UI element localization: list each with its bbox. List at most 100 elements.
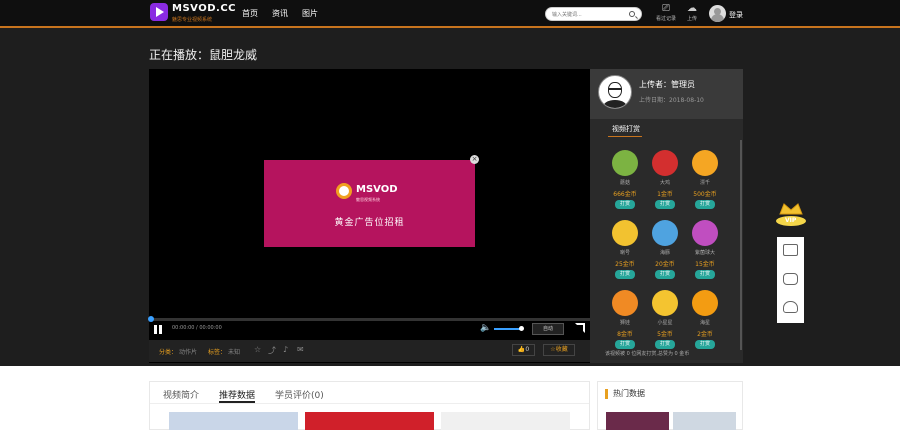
tip-section-title: 视频打赏 [612, 125, 640, 133]
star-icon[interactable]: ☆ [254, 345, 261, 354]
yellow-seahorse-icon [612, 220, 638, 246]
gift-name: 漂千 [699, 180, 710, 186]
vip-crown-icon [776, 203, 806, 226]
gift-item: 紫菌球大 15金币打赏 [688, 220, 722, 279]
autoplay-button[interactable]: 自动 [532, 323, 564, 335]
tip-title-underline [608, 136, 642, 137]
user-avatar-icon[interactable] [709, 5, 726, 22]
gift-item: 喇号 25金币打赏 [608, 220, 642, 279]
nav-home[interactable]: 首页 [242, 8, 258, 19]
ad-text: 黄金广告位招租 [334, 218, 405, 228]
recommended-thumbnail[interactable] [169, 412, 298, 430]
gift-name: 海豚 [659, 250, 670, 256]
login-link[interactable]: 登录 [729, 10, 743, 20]
upload-icon: ☁ [687, 3, 697, 14]
tip-button[interactable]: 打赏 [695, 340, 715, 349]
side-scrollbar[interactable] [740, 140, 742, 350]
hot-thumbnail[interactable] [673, 412, 736, 430]
orange-fox-icon [692, 150, 718, 176]
favorite-label: 收藏 [555, 346, 568, 353]
tip-summary: 该视频被 0 位网友打赏,总赞为 0 金币 [605, 351, 690, 357]
nav-pictures[interactable]: 图片 [302, 8, 318, 19]
search-box [545, 7, 642, 21]
ad-brand: MSVOD [356, 184, 398, 195]
tip-button[interactable]: 打赏 [655, 340, 675, 349]
gift-price: 1金币 [657, 191, 673, 198]
gift-item: 大鸡 1金币打赏 [648, 150, 682, 209]
gift-price: 25金币 [615, 261, 635, 268]
ad-banner[interactable]: MSVOD 魅思视频系统 黄金广告位招租 [264, 160, 475, 247]
gift-name: 小星星 [657, 320, 673, 326]
gift-name: 狮娃 [619, 320, 630, 326]
history-label: 看过记录 [655, 16, 676, 22]
time-display: 00:00:00 / 00:00:00 [172, 325, 222, 331]
chat-icon[interactable] [783, 273, 798, 285]
purple-brain-icon [692, 220, 718, 246]
headset-icon[interactable] [783, 301, 798, 313]
red-bird-icon [652, 150, 678, 176]
tip-button[interactable]: 打赏 [695, 200, 715, 209]
gift-name: 蘑菇 [619, 180, 630, 186]
tip-button[interactable]: 打赏 [655, 200, 675, 209]
tip-button[interactable]: 打赏 [695, 270, 715, 279]
volume-handle[interactable] [519, 326, 524, 331]
recommended-thumbnail[interactable] [441, 412, 570, 430]
recommended-thumbnail[interactable] [305, 412, 434, 430]
progress-handle[interactable] [148, 316, 154, 322]
uploader-avatar[interactable] [598, 75, 632, 109]
tab-reviews[interactable]: 学员评价(0) [275, 388, 324, 401]
volume-slider[interactable] [494, 326, 524, 331]
gift-price: 8金币 [617, 331, 633, 338]
gift-price: 666金币 [613, 191, 637, 198]
close-ad-icon[interactable]: × [470, 155, 479, 164]
tab-intro[interactable]: 视频简介 [163, 388, 199, 401]
share-icon[interactable]: ⤴ [268, 345, 276, 356]
printer-icon[interactable] [783, 244, 798, 256]
tip-button[interactable]: 打赏 [655, 270, 675, 279]
fullscreen-icon[interactable] [575, 323, 585, 333]
tip-button[interactable]: 打赏 [615, 270, 635, 279]
progress-bar[interactable] [148, 316, 590, 322]
category-value[interactable]: 动作片 [179, 347, 197, 356]
ad-subtitle: 魅思视频系统 [356, 197, 380, 202]
gift-item: 蘑菇 666金币打赏 [608, 150, 642, 209]
like-count: 0 [525, 346, 530, 353]
history-button[interactable]: ⎚ 看过记录 [654, 3, 678, 22]
like-button[interactable]: 👍0 [512, 344, 535, 356]
logo-text: MSVOD.CC [172, 3, 236, 14]
gift-name: 喇号 [619, 250, 630, 256]
tab-recommended[interactable]: 推荐数据 [219, 388, 255, 401]
gift-item: 海星 2金币 打赏 [688, 290, 722, 349]
body-icon [603, 100, 627, 108]
starfish-icon [692, 290, 718, 316]
pause-icon[interactable] [153, 324, 163, 334]
nav-news[interactable]: 资讯 [272, 8, 288, 19]
upload-label: 上传 [686, 16, 697, 22]
gift-name: 大鸡 [659, 180, 670, 186]
category-label: 分类： [159, 349, 178, 356]
volume-icon[interactable]: 🔈 [480, 323, 491, 333]
search-icon[interactable] [629, 11, 635, 17]
search-input[interactable] [552, 9, 626, 20]
top-navbar [0, 0, 900, 28]
vip-label: VIP [785, 217, 797, 224]
vip-badge[interactable]: VIP [772, 200, 810, 230]
hot-thumbnail[interactable] [606, 412, 669, 430]
gift-name: 紫菌球大 [694, 250, 715, 256]
blue-dolphin-icon [652, 220, 678, 246]
bell-icon[interactable]: ♪ [283, 345, 288, 354]
lion-icon [612, 290, 638, 316]
favorite-button[interactable]: ☆收藏 [543, 344, 575, 356]
hot-title-bar [605, 389, 608, 399]
gift-item: 海豚 20金币 打赏 [648, 220, 682, 279]
upload-button[interactable]: ☁ 上传 [680, 3, 704, 22]
hot-title: 热门数据 [613, 389, 645, 398]
tip-button[interactable]: 打赏 [615, 340, 635, 349]
tabs-divider [150, 403, 589, 404]
site-logo[interactable]: MSVOD.CC 魅思专业视频系统 [150, 3, 236, 25]
gift-item: 小星星 5金币 打赏 [648, 290, 682, 349]
comment-icon[interactable]: ✉ [297, 345, 304, 354]
tip-button[interactable]: 打赏 [615, 200, 635, 209]
gift-price: 15金币 [695, 261, 715, 268]
tags-value[interactable]: 未知 [228, 347, 240, 356]
